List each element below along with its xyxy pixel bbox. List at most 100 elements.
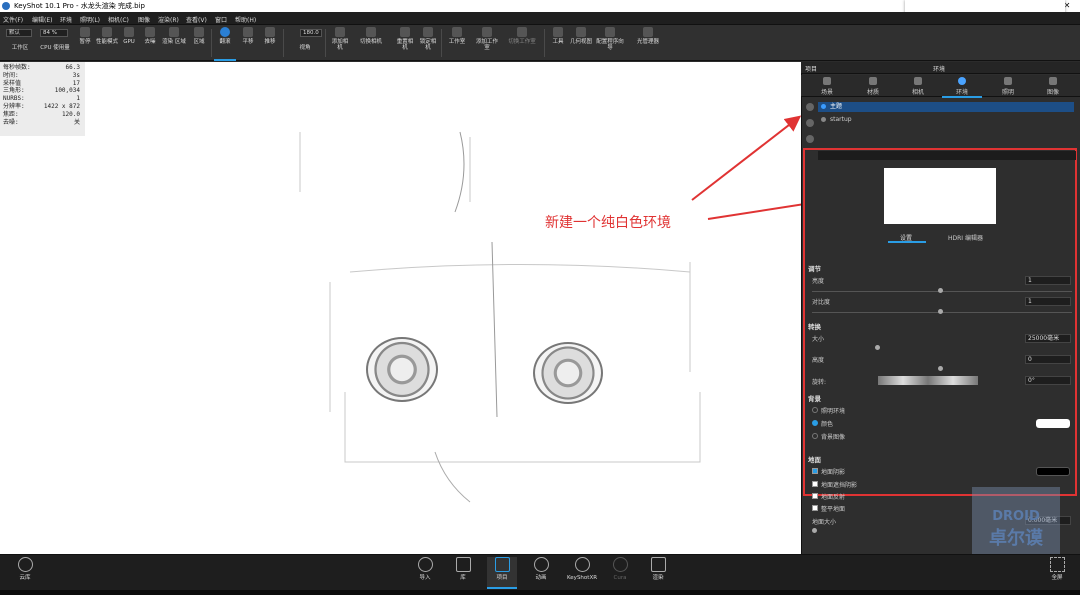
tab-settings-underline — [888, 241, 926, 243]
library-button[interactable]: 库 — [448, 557, 478, 581]
keyshotxr-button[interactable]: KeyShotXR — [565, 557, 599, 581]
light-manager-button[interactable]: 光管理器 — [630, 27, 666, 45]
denoise-button[interactable]: 去噪 — [140, 27, 160, 45]
library-icon — [455, 557, 471, 572]
shadow-color-swatch[interactable] — [1036, 467, 1070, 476]
section-transform[interactable]: 转换 — [808, 321, 821, 331]
configurator-wizard-button[interactable]: 配置程序向导 — [594, 27, 626, 51]
pan-button[interactable]: 平移 — [238, 27, 258, 45]
flatten-ground-checkbox[interactable] — [812, 505, 818, 511]
menu-help[interactable]: 帮助(H) — [235, 15, 256, 24]
ground-occlusion-checkbox[interactable] — [812, 481, 818, 487]
studio-button[interactable]: 工作室 — [444, 27, 470, 45]
tumble-button[interactable]: 翻滚 — [214, 27, 236, 61]
rotation-input[interactable]: 0° — [1025, 376, 1071, 385]
pause-icon — [80, 27, 90, 37]
fullscreen-button[interactable]: 全屏 — [1042, 557, 1072, 581]
cloud-icon — [17, 557, 33, 572]
window-title: KeyShot 10.1 Pro - 水龙头渲染 完成.bip — [14, 2, 145, 10]
lock-camera-icon — [423, 27, 433, 37]
contrast-slider-handle[interactable] — [938, 309, 943, 314]
duplicate-env-icon[interactable] — [806, 119, 814, 127]
menu-file[interactable]: 文件(F) — [3, 15, 23, 24]
render-region-icon — [169, 27, 179, 37]
tab-camera[interactable]: 相机 — [898, 77, 938, 96]
reset-camera-button[interactable]: 重置相机 — [395, 27, 415, 51]
height-slider-handle[interactable] — [938, 366, 943, 371]
tab-scene[interactable]: 场景 — [807, 77, 847, 96]
menu-edit[interactable]: 编辑(E) — [32, 15, 52, 24]
add-studio-icon — [482, 27, 492, 37]
render-viewport[interactable] — [0, 62, 801, 554]
menu-environment[interactable]: 环境 — [60, 15, 72, 24]
size-input[interactable]: 25000毫米 — [1025, 334, 1071, 343]
brightness-slider-handle[interactable] — [938, 288, 943, 293]
project-button[interactable]: 项目 — [487, 557, 517, 589]
bg-color-radio[interactable] — [812, 420, 818, 426]
stat-nurbs: NURBS: 1 — [3, 95, 80, 103]
ground-reflection-checkbox[interactable] — [812, 493, 818, 499]
bg-lighting-radio[interactable] — [812, 407, 818, 413]
env-item-main[interactable]: 主题 — [818, 102, 1074, 112]
rotation-dial[interactable] — [878, 376, 978, 385]
switch-camera-button[interactable]: 切换相机 — [356, 27, 386, 45]
import-button[interactable]: 导入 — [410, 557, 440, 581]
ground-shadow-checkbox[interactable] — [812, 468, 818, 474]
menu-camera[interactable]: 相机(C) — [108, 15, 129, 24]
image-icon — [1049, 77, 1057, 85]
section-background[interactable]: 背景 — [808, 393, 821, 403]
add-camera-button[interactable]: 添加相机 — [330, 27, 350, 51]
dolly-icon — [265, 27, 275, 37]
section-ground[interactable]: 地面 — [808, 454, 821, 464]
render-region-button[interactable]: 渲染 区域 — [162, 27, 186, 45]
env-editor-toolbar — [818, 151, 1076, 160]
performance-mode-button[interactable]: 性能模式 — [96, 27, 118, 45]
animation-button[interactable]: 动画 — [526, 557, 556, 581]
toolbar-divider — [283, 29, 284, 57]
switch-studio-button[interactable]: 切换工作室 — [506, 27, 538, 45]
ground-size-slider-handle[interactable] — [812, 528, 817, 533]
toolbar-divider — [544, 29, 545, 57]
pause-button[interactable]: 暂停 — [75, 27, 95, 45]
add-env-icon[interactable] — [806, 103, 814, 111]
tab-hdri-editor[interactable]: HDRI 编辑器 — [948, 233, 983, 242]
menu-image[interactable]: 图像 — [138, 15, 150, 24]
cloud-library-button[interactable]: 云库 — [10, 557, 40, 581]
bg-color-swatch[interactable] — [1036, 419, 1070, 428]
add-camera-icon — [335, 27, 345, 37]
fullscreen-icon — [1049, 557, 1065, 572]
menu-view[interactable]: 查看(V) — [186, 15, 207, 24]
tab-materials[interactable]: 材质 — [853, 77, 893, 96]
section-adjust[interactable]: 调节 — [808, 263, 821, 273]
size-slider-handle[interactable] — [875, 345, 880, 350]
cura-button[interactable]: Cura — [605, 557, 635, 581]
contrast-input[interactable]: 1 — [1025, 297, 1071, 306]
gpu-button[interactable]: GPU — [120, 27, 138, 45]
fov-input[interactable]: 180.0 — [300, 29, 322, 37]
animation-icon — [533, 557, 549, 572]
workspace-dropdown[interactable]: 默认 — [6, 29, 32, 37]
menu-render[interactable]: 渲染(R) — [158, 15, 179, 24]
cpu-usage-dropdown[interactable]: 84 % — [40, 29, 68, 37]
env-item-startup[interactable]: startup — [818, 115, 1074, 125]
menu-lighting[interactable]: 照明(L) — [80, 15, 100, 24]
tab-environment[interactable]: 环境 — [942, 77, 982, 98]
camera-icon — [914, 77, 922, 85]
faucet-sketch — [454, 131, 498, 418]
dolly-button[interactable]: 推移 — [260, 27, 280, 45]
studio-icon — [452, 27, 462, 37]
bg-image-radio[interactable] — [812, 433, 818, 439]
delete-env-icon[interactable] — [806, 135, 814, 143]
geometry-view-button[interactable]: 几何视图 — [570, 27, 592, 45]
tools-icon — [553, 27, 563, 37]
tab-lighting[interactable]: 照明 — [988, 77, 1028, 96]
region-button[interactable]: 区域 — [189, 27, 209, 45]
tools-button[interactable]: 工具 — [548, 27, 568, 45]
lock-camera-button[interactable]: 锁定相机 — [418, 27, 438, 51]
render-button[interactable]: 渲染 — [643, 557, 673, 581]
height-input[interactable]: 0 — [1025, 355, 1071, 364]
menu-window[interactable]: 窗口 — [215, 15, 227, 24]
add-studio-button[interactable]: 添加工作室 — [474, 27, 500, 51]
tab-image[interactable]: 图像 — [1033, 77, 1073, 96]
brightness-input[interactable]: 1 — [1025, 276, 1071, 285]
